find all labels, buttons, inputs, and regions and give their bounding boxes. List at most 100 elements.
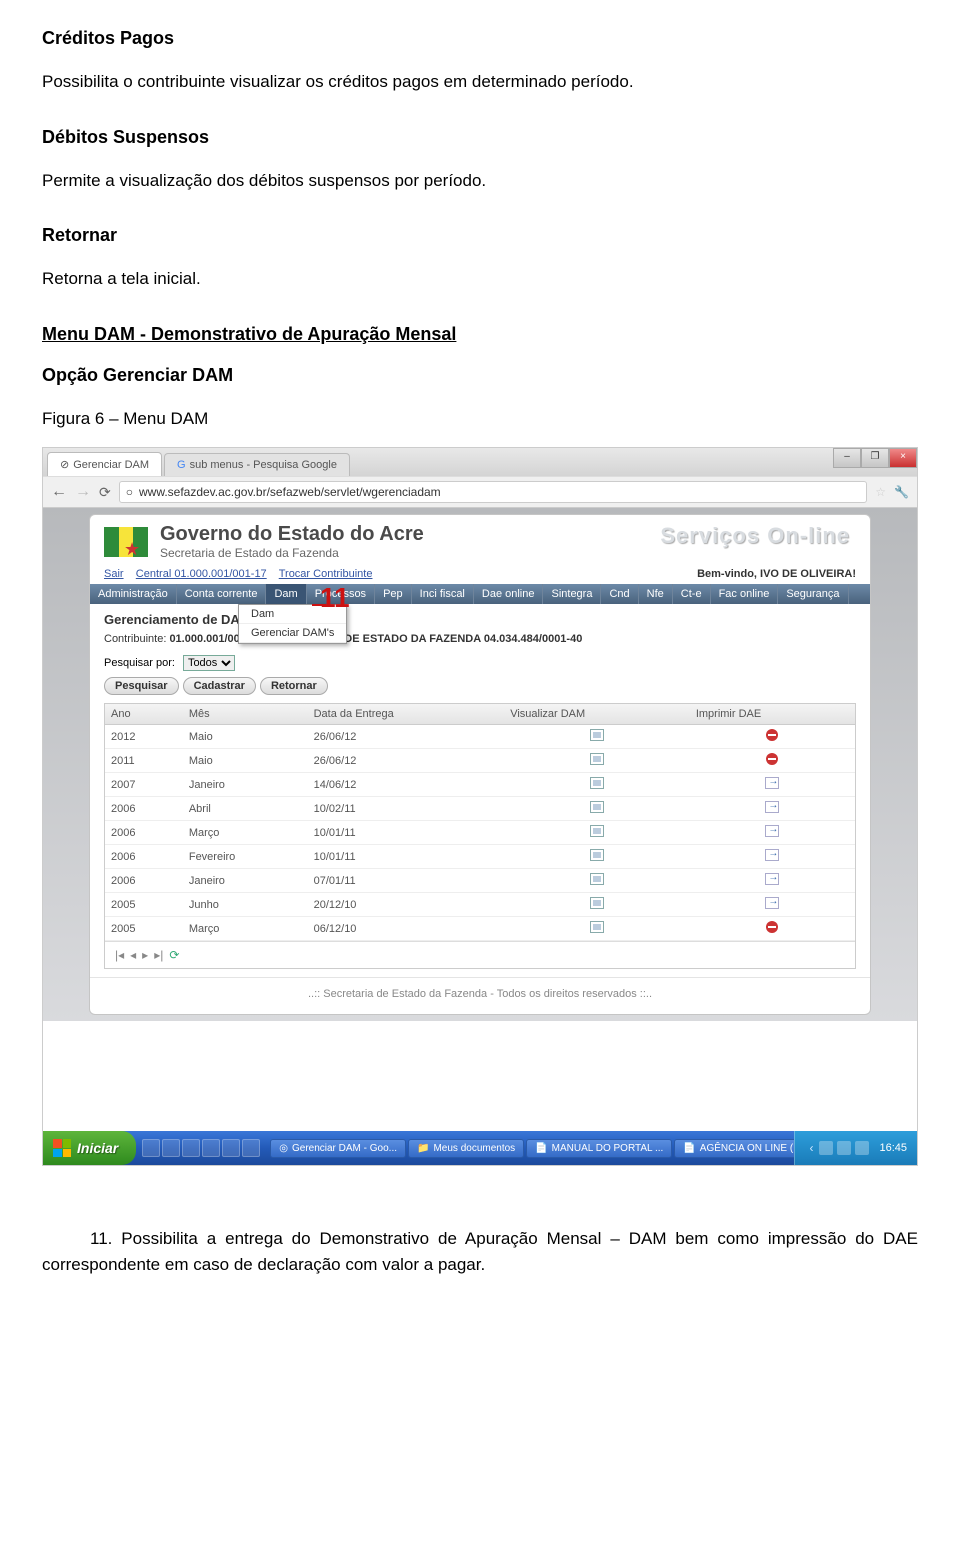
wrench-icon[interactable]: 🔧 (894, 485, 909, 499)
page-viewport: ★ Governo do Estado do Acre Secretaria d… (43, 508, 917, 1021)
address-bar[interactable]: ○ www.sefazdev.ac.gov.br/sefazweb/servle… (119, 481, 868, 503)
central-link[interactable]: Central 01.000.001/001-17 (136, 568, 267, 580)
cell-mes: Junho (183, 893, 308, 917)
menu-administracao[interactable]: Administração (90, 584, 177, 604)
print-dae-icon[interactable] (765, 777, 779, 789)
view-dam-icon[interactable] (590, 801, 604, 813)
para-retornar: Retorna a tela inicial. (42, 266, 918, 292)
view-dam-icon[interactable] (590, 753, 604, 765)
ql-icon[interactable] (242, 1139, 260, 1157)
cell-mes: Janeiro (183, 773, 308, 797)
window-close-button[interactable]: × (889, 448, 917, 468)
menu-cte[interactable]: Ct-e (673, 584, 711, 604)
cell-data: 20/12/10 (308, 893, 505, 917)
search-select[interactable]: Todos (183, 655, 235, 671)
pager-prev-icon[interactable]: ◂ (130, 948, 136, 962)
tray-icon[interactable] (819, 1141, 833, 1155)
col-ano[interactable]: Ano (105, 704, 183, 725)
google-icon: G (177, 459, 186, 471)
taskbar-task[interactable]: 📄MANUAL DO PORTAL ... (526, 1139, 672, 1158)
menu-fac-online[interactable]: Fac online (711, 584, 779, 604)
print-dae-icon[interactable] (765, 897, 779, 909)
view-dam-icon[interactable] (590, 873, 604, 885)
document-body: Créditos Pagos Possibilita o contribuint… (0, 0, 960, 447)
cell-data: 26/06/12 (308, 725, 505, 749)
ql-icon[interactable] (202, 1139, 220, 1157)
col-data[interactable]: Data da Entrega (308, 704, 505, 725)
clock[interactable]: 16:45 (879, 1142, 907, 1154)
user-bar: Sair Central 01.000.001/001-17 Trocar Co… (90, 562, 870, 584)
cell-ano: 2012 (105, 725, 183, 749)
quicklaunch (142, 1139, 260, 1157)
menu-dam[interactable]: Dam (266, 584, 306, 604)
flag-star-icon: ★ (124, 539, 140, 560)
ql-icon[interactable] (142, 1139, 160, 1157)
print-dae-icon[interactable] (765, 801, 779, 813)
tray-expand-icon[interactable]: ‹ (809, 1141, 813, 1155)
cadastrar-button[interactable]: Cadastrar (183, 677, 256, 695)
retornar-button[interactable]: Retornar (260, 677, 328, 695)
browser-tab-active[interactable]: ⊘ Gerenciar DAM (47, 452, 162, 476)
start-button[interactable]: Iniciar (43, 1131, 136, 1165)
table-row: 2006Março10/01/11 (105, 821, 855, 845)
services-online-label: Serviços On-line (660, 523, 850, 549)
pager-last-icon[interactable]: ▸| (154, 948, 163, 962)
view-dam-icon[interactable] (590, 825, 604, 837)
cell-ano: 2011 (105, 749, 183, 773)
ql-icon[interactable] (222, 1139, 240, 1157)
col-visualizar[interactable]: Visualizar DAM (504, 704, 690, 725)
taskbar-task[interactable]: ◎Gerenciar DAM - Goo... (270, 1139, 406, 1158)
tray-icon[interactable] (855, 1141, 869, 1155)
cell-data: 10/02/11 (308, 797, 505, 821)
table-row: 2011Maio26/06/12 (105, 749, 855, 773)
window-minimize-button[interactable]: – (833, 448, 861, 468)
bookmark-star-icon[interactable]: ☆ (875, 485, 886, 499)
tray-icon[interactable] (837, 1141, 851, 1155)
menu-cnd[interactable]: Cnd (601, 584, 638, 604)
print-dae-icon[interactable] (765, 825, 779, 837)
browser-tab-inactive[interactable]: G sub menus - Pesquisa Google (164, 453, 350, 476)
menu-nfe[interactable]: Nfe (639, 584, 673, 604)
submenu-gerenciar-dams[interactable]: Gerenciar DAM's (239, 624, 346, 643)
ql-icon[interactable] (162, 1139, 180, 1157)
tab-title-2: sub menus - Pesquisa Google (190, 459, 337, 471)
table-row: 2006Abril10/02/11 (105, 797, 855, 821)
ql-icon[interactable] (182, 1139, 200, 1157)
menu-seguranca[interactable]: Segurança (778, 584, 848, 604)
reload-button[interactable]: ⟳ (99, 484, 111, 501)
menu-dae-online[interactable]: Dae online (474, 584, 544, 604)
pager-next-icon[interactable]: ▸ (142, 948, 148, 962)
word-icon: 📄 (683, 1143, 695, 1154)
print-dae-icon[interactable] (765, 849, 779, 861)
print-dae-icon[interactable] (765, 873, 779, 885)
search-label: Pesquisar por: (104, 657, 175, 669)
menu-sintegra[interactable]: Sintegra (543, 584, 601, 604)
table-row: 2005Março06/12/10 (105, 917, 855, 941)
pager-refresh-icon[interactable]: ⟳ (169, 948, 179, 962)
view-dam-icon[interactable] (590, 897, 604, 909)
main-menubar: Administração Conta corrente Dam Process… (90, 584, 870, 604)
pager-first-icon[interactable]: |◂ (115, 948, 124, 962)
cell-mes: Fevereiro (183, 845, 308, 869)
menu-conta-corrente[interactable]: Conta corrente (177, 584, 267, 604)
forward-button[interactable]: → (75, 483, 91, 501)
menu-pep[interactable]: Pep (375, 584, 412, 604)
cell-data: 10/01/11 (308, 845, 505, 869)
view-dam-icon[interactable] (590, 777, 604, 789)
taskbar-task[interactable]: 📄AGÊNCIA ON LINE (... (674, 1139, 810, 1158)
globe-icon: ⊘ (60, 458, 69, 471)
view-dam-icon[interactable] (590, 849, 604, 861)
back-button[interactable]: ← (51, 483, 67, 501)
view-dam-icon[interactable] (590, 729, 604, 741)
view-dam-icon[interactable] (590, 921, 604, 933)
sair-link[interactable]: Sair (104, 568, 124, 580)
window-maximize-button[interactable]: ❐ (861, 448, 889, 468)
pesquisar-button[interactable]: Pesquisar (104, 677, 179, 695)
col-mes[interactable]: Mês (183, 704, 308, 725)
browser-toolbar: ← → ⟳ ○ www.sefazdev.ac.gov.br/sefazweb/… (43, 476, 917, 508)
trocar-link[interactable]: Trocar Contribuinte (279, 568, 373, 580)
menu-inci-fiscal[interactable]: Inci fiscal (412, 584, 474, 604)
heading-debitos: Débitos Suspensos (42, 127, 918, 148)
col-imprimir[interactable]: Imprimir DAE (690, 704, 855, 725)
taskbar-task[interactable]: 📁Meus documentos (408, 1139, 524, 1158)
